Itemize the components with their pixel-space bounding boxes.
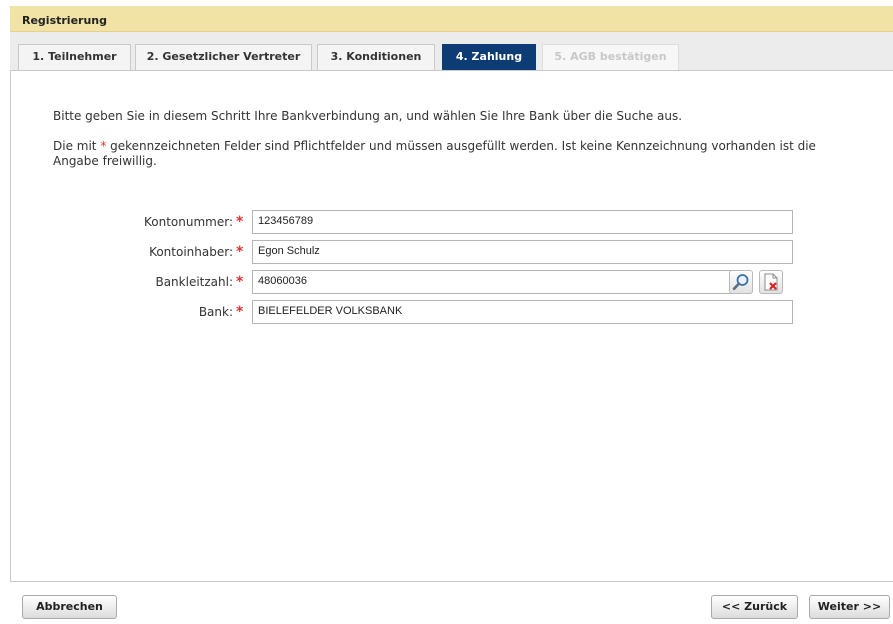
kontoinhaber-label: Kontoinhaber: [149,245,233,259]
tab-zahlung[interactable]: 4. Zahlung [442,44,536,73]
intro-text: Bitte geben Sie in diesem Schritt Ihre B… [53,109,683,123]
row-bank: Bank: * BIELEFELDER VOLKSBANK [11,300,893,324]
bankleitzahl-label: Bankleitzahl: [155,275,233,289]
tab-teilnehmer[interactable]: 1. Teilnehmer [18,44,131,70]
bank-field[interactable]: BIELEFELDER VOLKSBANK [252,300,793,324]
back-button[interactable]: << Zurück [711,595,798,619]
tab-agb-bestaetigen: 5. AGB bestätigen [542,44,679,70]
bank-search-button[interactable] [729,270,753,294]
tab-gesetzlicher-vertreter[interactable]: 2. Gesetzlicher Vertreter [135,44,312,70]
row-kontonummer: Kontonummer: * 123456789 [11,210,893,234]
required-note-prefix: Die mit [53,139,101,153]
kontoinhaber-field[interactable]: Egon Schulz [252,240,793,264]
required-note: Die mit * gekennzeichneten Felder sind P… [53,139,853,169]
bankleitzahl-field[interactable]: 48060036 [252,270,734,294]
tab-konditionen[interactable]: 3. Konditionen [317,44,435,70]
required-icon: * [236,244,244,260]
tab-bar: 1. Teilnehmer 2. Gesetzlicher Vertreter … [10,32,893,73]
document-delete-icon [764,273,778,291]
window-title: Registrierung [10,6,893,32]
next-button[interactable]: Weiter >> [809,595,890,619]
required-note-suffix: gekennzeichneten Felder sind Pflichtfeld… [53,139,816,168]
row-bankleitzahl: Bankleitzahl: * 48060036 [11,270,893,294]
kontonummer-field[interactable]: 123456789 [252,210,793,234]
required-icon: * [236,214,244,230]
bank-clear-button[interactable] [759,270,783,294]
row-kontoinhaber: Kontoinhaber: * Egon Schulz [11,240,893,264]
required-icon: * [236,274,244,290]
footer-bar: Abbrechen << Zurück Weiter >> [10,582,893,624]
required-icon: * [236,304,244,320]
bank-label: Bank: [198,305,233,319]
form-panel: Bitte geben Sie in diesem Schritt Ihre B… [10,70,893,582]
magnifier-icon [732,274,749,291]
kontonummer-label: Kontonummer: [143,215,233,229]
cancel-button[interactable]: Abbrechen [22,595,117,619]
